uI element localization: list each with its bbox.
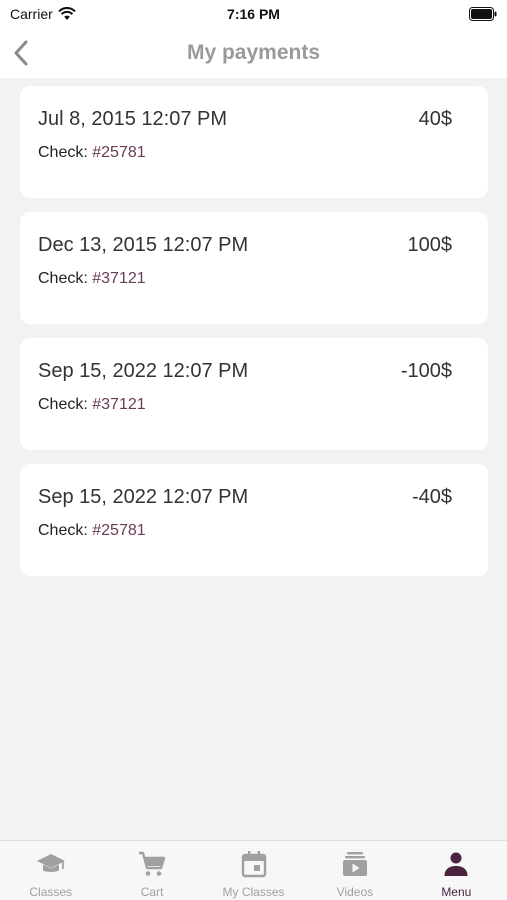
payment-check: Check: #25781 <box>38 144 146 162</box>
tab-bar: Classes Cart My Classes Videos Menu <box>0 840 507 900</box>
video-library-icon <box>342 852 367 876</box>
check-number: #37121 <box>92 270 146 287</box>
payment-date: Sep 15, 2022 12:07 PM <box>38 360 249 382</box>
calendar-icon <box>241 851 266 878</box>
payment-card[interactable]: Jul 8, 2015 12:07 PM 40$ Check: #25781 <box>20 86 488 198</box>
check-label: Check: <box>38 270 88 287</box>
navigation-bar: My payments <box>0 30 507 78</box>
page-title: My payments <box>186 41 321 64</box>
check-number: #25781 <box>92 144 146 161</box>
payment-check: Check: #25781 <box>38 522 146 540</box>
payment-card[interactable]: Sep 15, 2022 12:07 PM -40$ Check: #25781 <box>20 464 488 576</box>
payment-check: Check: #37121 <box>38 270 146 288</box>
payment-check: Check: #37121 <box>38 396 146 414</box>
tab-my-classes[interactable]: My Classes <box>203 841 304 900</box>
payment-date: Jul 8, 2015 12:07 PM <box>38 108 228 130</box>
tab-classes[interactable]: Classes <box>0 841 101 900</box>
check-label: Check: <box>38 144 88 161</box>
check-label: Check: <box>38 522 88 539</box>
graduation-cap-icon <box>36 854 65 872</box>
check-number: #25781 <box>92 522 146 539</box>
tab-cart[interactable]: Cart <box>101 841 202 900</box>
tab-label: Videos <box>336 885 374 899</box>
payment-amount: -100$ <box>400 360 452 382</box>
check-number: #37121 <box>92 396 146 413</box>
payment-date: Sep 15, 2022 12:07 PM <box>38 486 249 508</box>
status-time: 7:16 PM <box>227 6 280 22</box>
tab-label: Classes <box>29 885 73 899</box>
tab-label: Cart <box>140 885 164 899</box>
payments-list: Jul 8, 2015 12:07 PM 40$ Check: #25781 D… <box>20 86 488 590</box>
payment-date: Dec 13, 2015 12:07 PM <box>38 234 249 256</box>
check-label: Check: <box>38 396 88 413</box>
payment-amount: 100$ <box>407 234 453 256</box>
payment-amount: 40$ <box>418 108 452 130</box>
tab-menu[interactable]: Menu <box>406 841 507 900</box>
person-icon <box>444 852 468 876</box>
payment-amount: -40$ <box>411 486 452 508</box>
tab-label: Menu <box>441 885 472 899</box>
status-bar: Carrier 7:16 PM <box>0 0 507 30</box>
tab-label: My Classes <box>222 885 285 899</box>
battery-icon <box>469 7 497 21</box>
payment-card[interactable]: Dec 13, 2015 12:07 PM 100$ Check: #37121 <box>20 212 488 324</box>
tab-videos[interactable]: Videos <box>304 841 405 900</box>
cart-icon <box>139 851 166 876</box>
payment-card[interactable]: Sep 15, 2022 12:07 PM -100$ Check: #3712… <box>20 338 488 450</box>
